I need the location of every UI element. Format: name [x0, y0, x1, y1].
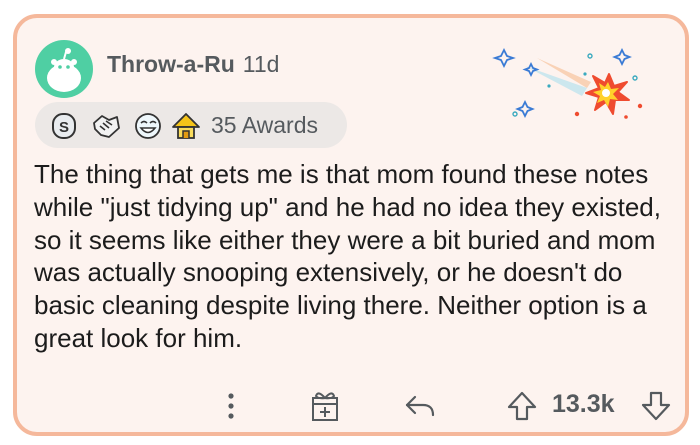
snoo-avatar-icon: [47, 48, 81, 92]
handshake-award-icon: [93, 115, 120, 138]
comment-age: 11d: [242, 51, 280, 77]
upvote-button[interactable]: [505, 388, 539, 424]
silver-coin-award-icon: S: [52, 113, 76, 139]
more-options-button[interactable]: [219, 388, 243, 424]
comment-header: Throw-a-Ru 11d: [107, 51, 279, 78]
gold-house-award-icon: [172, 113, 200, 139]
gift-icon: [312, 392, 338, 421]
downvote-arrow-icon: [641, 391, 671, 421]
reply-arrow-icon: [405, 395, 435, 417]
give-award-button[interactable]: [309, 388, 341, 424]
awards-count: 35 Awards: [211, 112, 318, 138]
vertical-dots-icon: [228, 393, 234, 419]
user-avatar[interactable]: [35, 40, 93, 98]
upvote-arrow-icon: [507, 391, 537, 421]
laughing-face-award-icon: [135, 113, 161, 139]
vote-count: 13.3k: [552, 390, 615, 418]
reply-button[interactable]: [403, 388, 437, 424]
comment-card: Throw-a-Ru 11d S 35 Awards The thing tha…: [13, 14, 689, 436]
username[interactable]: Throw-a-Ru: [107, 51, 235, 77]
awards-bar[interactable]: S 35 Awards: [35, 102, 347, 148]
svg-text:S: S: [59, 119, 69, 136]
starburst-explosion-icon: [492, 47, 643, 119]
downvote-button[interactable]: [639, 388, 673, 424]
comment-body: The thing that gets me is that mom found…: [34, 159, 661, 353]
